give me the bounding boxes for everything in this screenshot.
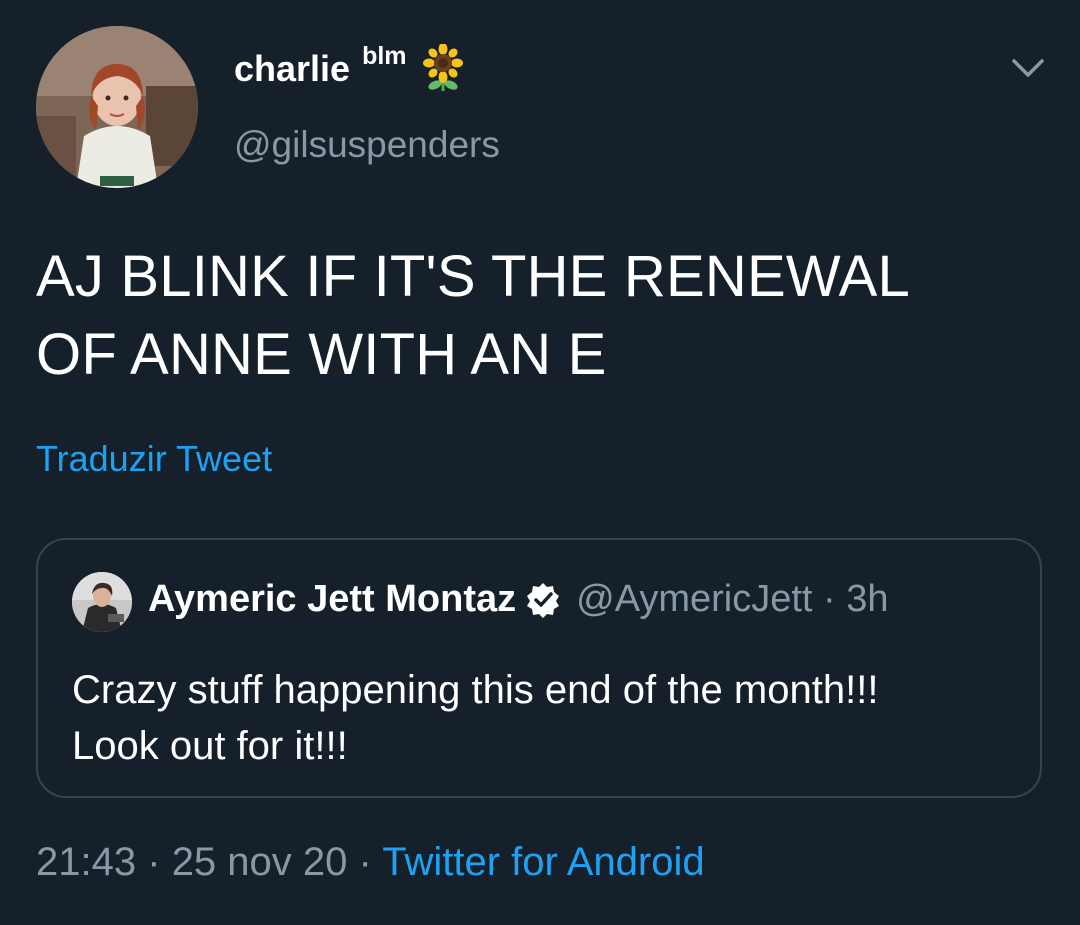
tweet-source-link[interactable]: Twitter for Android [382, 840, 704, 884]
tweet-meta: 21:43 · 25 nov 20 · Twitter for Android [36, 840, 705, 885]
quoted-author-avatar[interactable] [72, 572, 132, 632]
author-name-text: charlie [234, 48, 351, 89]
sunflower-icon [421, 43, 465, 101]
meta-separator: · [358, 840, 372, 884]
author-name-suffix: blm [362, 42, 407, 70]
quoted-author-handle-time[interactable]: @AymericJett · 3h [576, 578, 888, 621]
quoted-tweet-card[interactable]: Aymeric Jett Montaz @AymericJett · 3h Cr… [36, 538, 1042, 798]
tweet-time: 21:43 [36, 840, 137, 884]
meta-separator: · [147, 840, 161, 884]
tweet-text: AJ BLINK IF IT'S THE RENEWAL OF ANNE WIT… [36, 244, 910, 387]
quoted-tweet-text: Crazy stuff happening this end of the mo… [72, 668, 879, 768]
translate-tweet-link[interactable]: Traduzir Tweet [36, 438, 272, 480]
verified-badge-icon [524, 581, 562, 619]
author-display-name[interactable]: charlie blm [234, 42, 465, 101]
quoted-author-name[interactable]: Aymeric Jett Montaz [148, 578, 516, 621]
tweet-date: 25 nov 20 [171, 840, 348, 884]
author-handle[interactable]: @gilsuspenders [234, 124, 500, 166]
author-avatar[interactable] [36, 26, 198, 188]
chevron-down-icon[interactable] [1010, 56, 1046, 80]
